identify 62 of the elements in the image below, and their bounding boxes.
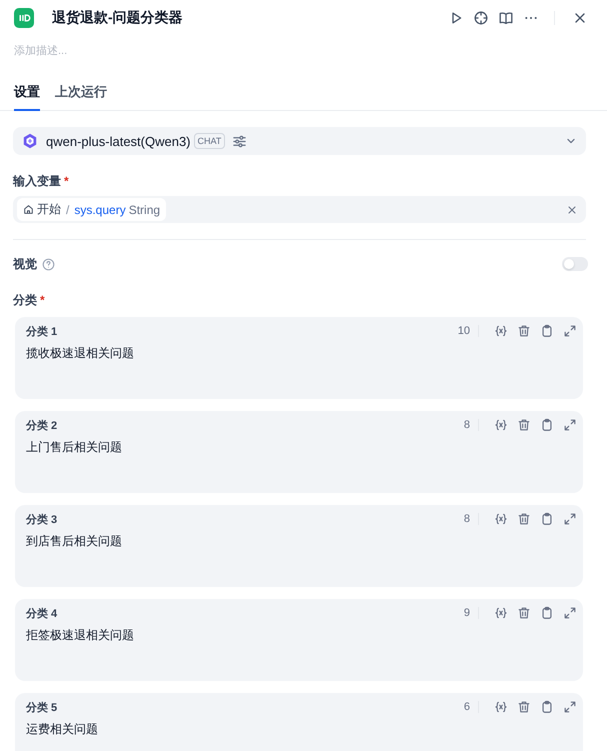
class-text-field[interactable]: 揽收极速退相关问题 [26, 345, 577, 399]
variable-field[interactable]: 开始 / sys.query String [13, 196, 586, 223]
variable-icon[interactable] [494, 324, 508, 338]
vision-label: 视觉 [13, 256, 37, 272]
character-count: 9 [464, 607, 470, 619]
path-separator: / [66, 202, 70, 216]
node-title: 退货退款-问题分类器 [52, 9, 183, 27]
expand-icon[interactable] [563, 418, 577, 432]
tab[interactable]: 设置 [14, 79, 40, 111]
required-mark: * [40, 293, 45, 307]
field-label: 输入变量 [13, 172, 61, 190]
trash-icon[interactable] [517, 512, 531, 526]
vision-toggle[interactable] [562, 257, 588, 271]
variable-icon[interactable] [494, 512, 508, 526]
class-title: 分类 3 [26, 512, 58, 526]
model-logo-icon [22, 133, 38, 149]
clear-icon[interactable] [566, 204, 578, 216]
clipboard-icon[interactable] [540, 324, 554, 338]
expand-icon[interactable] [563, 606, 577, 620]
clipboard-icon[interactable] [540, 606, 554, 620]
tab[interactable]: 上次运行 [55, 79, 107, 111]
variable-chip[interactable]: 开始 / sys.query String [17, 198, 166, 221]
trash-icon[interactable] [517, 700, 531, 714]
variable-icon[interactable] [494, 606, 508, 620]
node-name: 开始 [37, 201, 61, 218]
clipboard-icon[interactable] [540, 418, 554, 432]
class-title: 分类 4 [26, 606, 58, 620]
character-count: 8 [464, 419, 470, 431]
variable-name: sys.query [74, 202, 126, 216]
help-icon [42, 258, 55, 270]
model-type-badge: CHAT [194, 133, 226, 149]
trash-icon[interactable] [517, 606, 531, 620]
required-mark: * [64, 174, 69, 188]
variable-icon[interactable] [494, 700, 508, 714]
book-icon[interactable] [498, 10, 514, 26]
character-count: 10 [458, 325, 470, 337]
trash-icon[interactable] [517, 324, 531, 338]
variable-icon[interactable] [494, 418, 508, 432]
description-field[interactable]: 添加描述... [14, 43, 314, 59]
field-label: 分类 [13, 292, 37, 308]
character-count: 6 [464, 701, 470, 713]
class-text-field[interactable]: 拒签极速退相关问题 [26, 627, 577, 681]
expand-icon[interactable] [563, 324, 577, 338]
class-title: 分类 2 [26, 418, 58, 432]
class-text-field[interactable]: 运费相关问题 [26, 721, 577, 751]
class-text-field[interactable]: 上门售后相关问题 [26, 439, 577, 493]
sliders-icon[interactable] [232, 134, 248, 148]
class-title: 分类 1 [26, 324, 58, 338]
expand-icon[interactable] [563, 700, 577, 714]
class-text-field[interactable]: 到店售后相关问题 [26, 533, 577, 587]
model-name: qwen-plus-latest(Qwen3) [46, 134, 191, 148]
crosshair-icon[interactable] [473, 10, 489, 26]
variable-type: String [128, 202, 160, 216]
classifier-icon [14, 8, 34, 28]
class-title: 分类 5 [26, 700, 58, 714]
character-count: 8 [464, 513, 470, 525]
clipboard-icon[interactable] [540, 512, 554, 526]
clipboard-icon[interactable] [540, 700, 554, 714]
home-icon [23, 204, 34, 215]
trash-icon[interactable] [517, 418, 531, 432]
model-select[interactable]: qwen-plus-latest(Qwen3) CHAT [13, 127, 586, 155]
expand-icon[interactable] [563, 512, 577, 526]
